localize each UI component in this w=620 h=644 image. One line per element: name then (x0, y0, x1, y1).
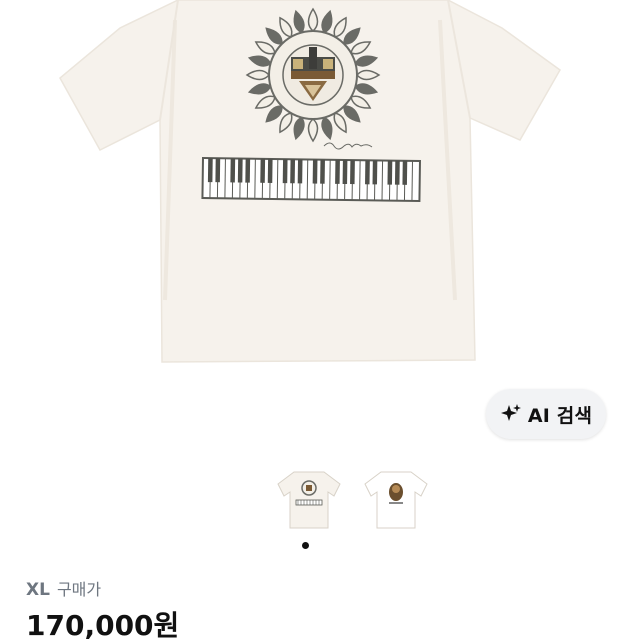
thumbnail-portrait-shirt[interactable] (363, 470, 429, 530)
piano-keyboard-graphic (201, 156, 421, 203)
sparkle-icon (500, 403, 522, 425)
thumbnail-keyboard-shirt[interactable] (276, 470, 342, 530)
purchase-option: XL 구매가 (26, 576, 101, 600)
thumbnail-strip (0, 470, 620, 530)
product-price: 170,000원 (26, 609, 180, 642)
ai-search-button[interactable]: AI 검색 (486, 389, 606, 439)
sun-graphic (245, 7, 381, 143)
page-dot-active (301, 542, 309, 549)
gallery-page-indicator (0, 542, 620, 549)
option-size: XL (26, 580, 50, 600)
option-label: 구매가 (56, 580, 102, 599)
ai-search-label: AI 검색 (527, 404, 593, 427)
